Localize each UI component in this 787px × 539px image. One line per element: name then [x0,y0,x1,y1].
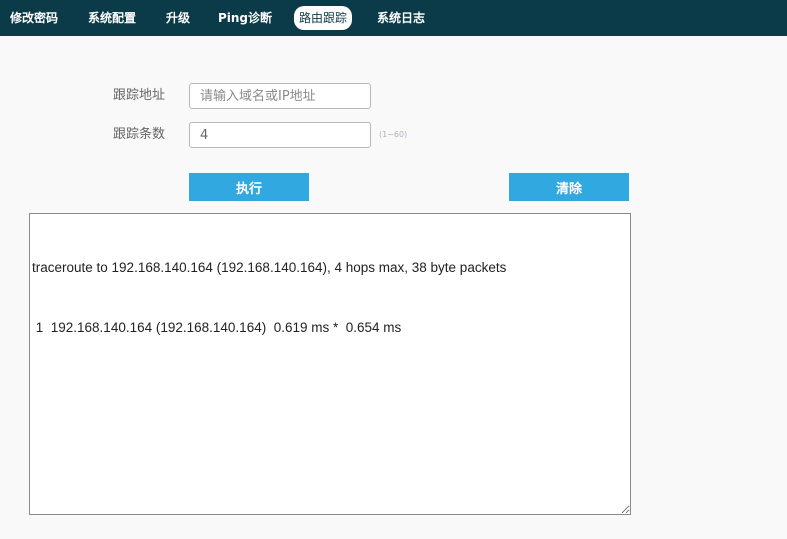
address-label: 跟踪地址 [113,88,166,103]
traceroute-output[interactable]: traceroute to 192.168.140.164 (192.168.1… [29,213,631,515]
nav-item-ping[interactable]: Ping诊断 [214,6,276,30]
count-label: 跟踪条数 [113,127,166,142]
nav-item-upgrade[interactable]: 升级 [160,6,196,30]
nav-item-traceroute[interactable]: 路由跟踪 [294,6,352,30]
count-input[interactable] [189,122,371,148]
execute-button[interactable]: 执行 [189,173,309,201]
nav-item-system-config[interactable]: 系统配置 [82,6,142,30]
nav-item-system-log[interactable]: 系统日志 [370,6,432,30]
output-line: 1 192.168.140.164 (192.168.140.164) 0.61… [32,320,402,335]
count-range-hint: (1~60) [379,130,408,139]
nav-item-change-password[interactable]: 修改密码 [4,6,64,30]
top-navbar: 修改密码 系统配置 升级 Ping诊断 路由跟踪 系统日志 [0,0,787,36]
address-input[interactable] [189,83,371,109]
clear-button[interactable]: 清除 [509,173,629,201]
output-line: traceroute to 192.168.140.164 (192.168.1… [32,260,507,275]
